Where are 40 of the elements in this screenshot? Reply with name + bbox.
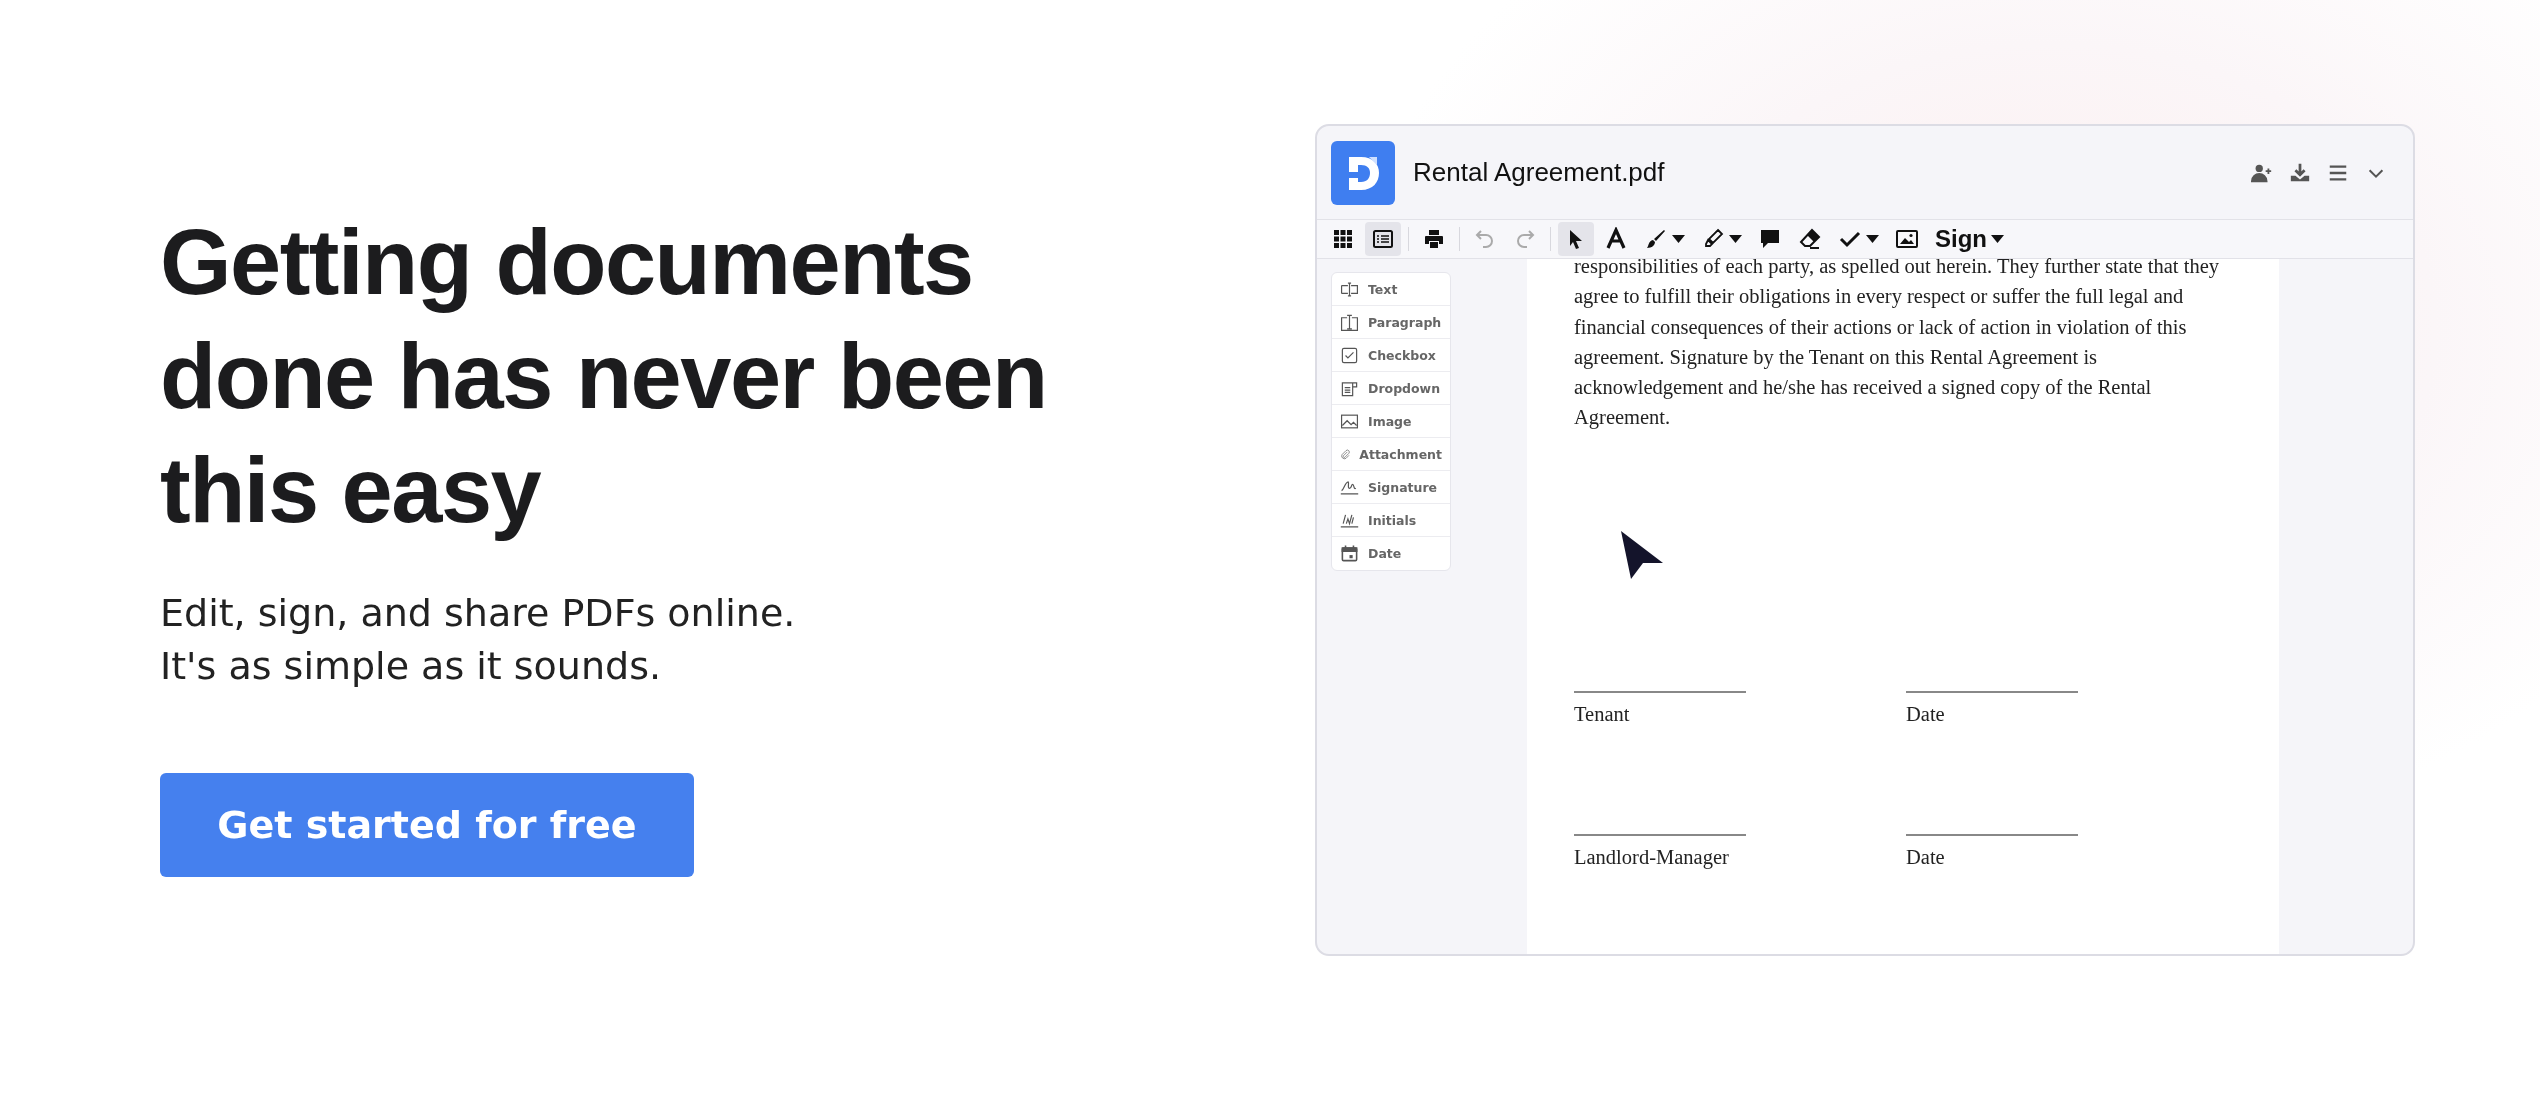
field-item[interactable]: Date — [1332, 537, 1450, 570]
caret-icon — [1991, 235, 2004, 243]
field-item[interactable]: Attachment — [1332, 438, 1450, 471]
list-icon — [1371, 227, 1395, 251]
signature-label: Landlord-Manager — [1574, 845, 1730, 869]
field-item[interactable]: Text — [1332, 273, 1450, 306]
grid-icon — [1331, 227, 1355, 251]
calendar-icon — [1340, 544, 1359, 563]
printer-icon — [1422, 227, 1446, 251]
signature-label: Date — [1906, 845, 1946, 869]
signature-label: Tenant — [1574, 702, 1631, 726]
hero-subtitle: Edit, sign, and share PDFs online. — [160, 590, 796, 637]
paragraph-field-icon — [1340, 312, 1359, 332]
hero-heading: Getting documents done has never been this easy — [160, 210, 1048, 543]
cursor-icon — [1619, 529, 1665, 581]
list-tool-button[interactable] — [1365, 222, 1401, 256]
get-started-button[interactable]: Get started for free — [160, 773, 694, 877]
text-tool-icon — [1604, 227, 1628, 251]
field-item[interactable]: Dropdown — [1332, 372, 1450, 405]
checkbox-icon — [1340, 345, 1359, 365]
field-item[interactable]: Paragraph — [1332, 306, 1450, 339]
field-item[interactable]: Signature — [1332, 471, 1450, 504]
eraser-icon — [1798, 227, 1822, 251]
caret-icon — [1729, 235, 1742, 243]
brush-icon — [1644, 227, 1668, 251]
sign-tool-button[interactable]: Sign — [1929, 222, 2010, 256]
comment-icon — [1758, 227, 1782, 251]
image-icon — [1895, 227, 1919, 251]
caret-icon — [1672, 235, 1685, 243]
agreement-paragraph: responsibilities of each party, as spelled out herein. They further state that they agree to fulfill their obligations in every respect or suffer the full legal and financial consequences of their actions or lack of action in violation of this agreement. Signature by the Tenant on this Rental Agreement is acknowledgement and he/she has received a signed copy of the Rental Agreement. — [1574, 254, 2220, 431]
caret-icon — [1866, 235, 1879, 243]
document-title: Rental Agreement.pdf — [1413, 157, 1665, 188]
download-icon — [2289, 161, 2311, 184]
logo-icon — [1331, 140, 1395, 205]
hero-subtitle: It's as simple as it sounds. — [160, 643, 661, 690]
field-item[interactable]: Image — [1332, 405, 1450, 438]
field-item[interactable]: Checkbox — [1332, 339, 1450, 372]
signature-label: Date — [1906, 702, 1946, 726]
field-item[interactable]: Initials — [1332, 504, 1450, 537]
pointer-tool-button[interactable] — [1558, 222, 1594, 256]
